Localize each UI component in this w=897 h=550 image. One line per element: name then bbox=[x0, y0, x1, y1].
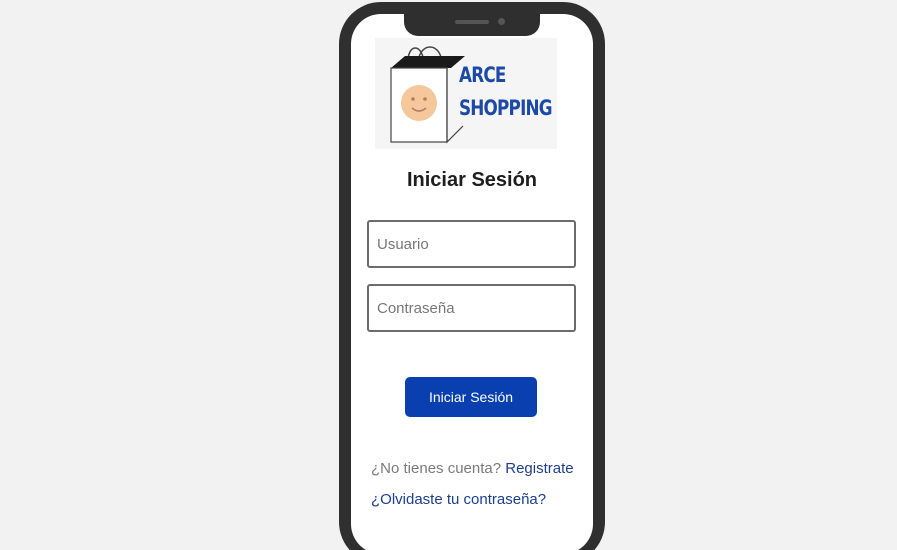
register-link[interactable]: Registrate bbox=[505, 460, 573, 477]
login-button[interactable]: Iniciar Sesión bbox=[405, 377, 537, 417]
username-input[interactable] bbox=[367, 220, 576, 268]
brand-logo: ARCE SHOPPING bbox=[375, 38, 557, 149]
phone-frame: ARCE SHOPPING Iniciar Sesión Iniciar Ses… bbox=[339, 2, 605, 550]
no-account-text: ¿No tienes cuenta? bbox=[371, 460, 502, 477]
smiley-icon bbox=[401, 85, 437, 121]
phone-notch bbox=[404, 14, 540, 36]
register-row: ¿No tienes cuenta? Registrate bbox=[371, 460, 574, 477]
forgot-password-link[interactable]: ¿Olvidaste tu contraseña? bbox=[371, 491, 546, 508]
front-camera bbox=[498, 18, 505, 25]
forgot-row: ¿Olvidaste tu contraseña? bbox=[371, 491, 546, 508]
phone-screen: ARCE SHOPPING Iniciar Sesión Iniciar Ses… bbox=[351, 14, 593, 550]
password-input[interactable] bbox=[367, 284, 576, 332]
shopping-bag-icon bbox=[390, 46, 465, 144]
brand-name-line2: SHOPPING bbox=[459, 96, 553, 120]
speaker-grille bbox=[455, 20, 489, 24]
stage: ARCE SHOPPING Iniciar Sesión Iniciar Ses… bbox=[0, 0, 897, 550]
brand-name-line1: ARCE bbox=[459, 63, 506, 87]
page-title: Iniciar Sesión bbox=[406, 169, 538, 191]
